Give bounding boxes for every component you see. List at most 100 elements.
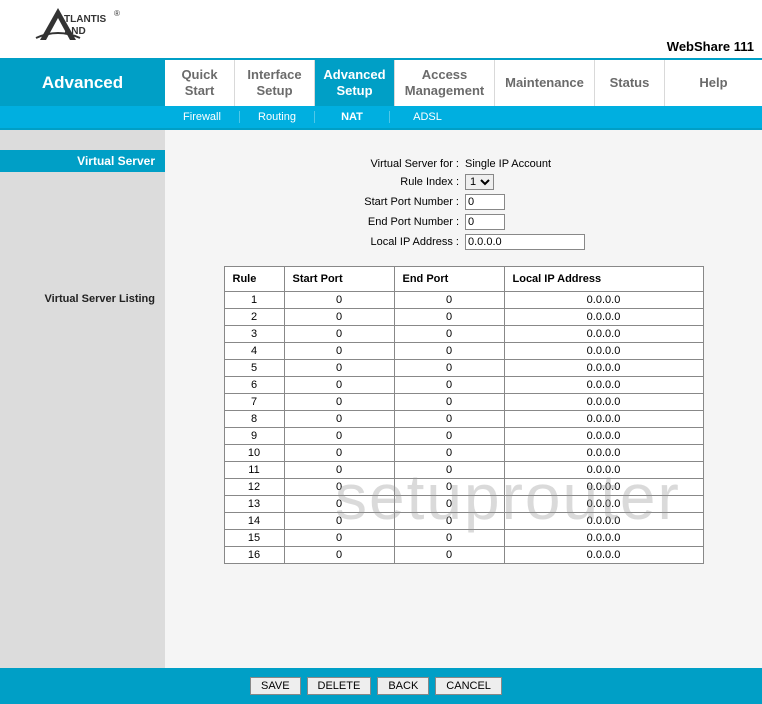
cell-end: 0 bbox=[394, 462, 504, 479]
main-panel: setuprouter Virtual Server for : Single … bbox=[165, 130, 762, 668]
th-rule: Rule bbox=[224, 267, 284, 292]
cell-rule: 7 bbox=[224, 394, 284, 411]
virtual-server-table: Rule Start Port End Port Local IP Addres… bbox=[224, 266, 704, 564]
cell-start: 0 bbox=[284, 292, 394, 309]
cell-start: 0 bbox=[284, 513, 394, 530]
cell-ip: 0.0.0.0 bbox=[504, 377, 703, 394]
svg-text:TLANTIS: TLANTIS bbox=[64, 14, 107, 25]
input-local-ip[interactable] bbox=[465, 234, 585, 250]
th-start-port: Start Port bbox=[284, 267, 394, 292]
table-row: 5000.0.0.0 bbox=[224, 360, 703, 377]
cell-end: 0 bbox=[394, 309, 504, 326]
nav-advanced-setup[interactable]: Advanced Setup bbox=[315, 60, 395, 106]
nav-status[interactable]: Status bbox=[595, 60, 665, 106]
nav-interface-setup[interactable]: Interface Setup bbox=[235, 60, 315, 106]
cell-rule: 5 bbox=[224, 360, 284, 377]
svg-text:AND: AND bbox=[64, 26, 86, 37]
action-bar: SAVE DELETE BACK CANCEL bbox=[0, 668, 762, 704]
table-row: 15000.0.0.0 bbox=[224, 530, 703, 547]
cell-rule: 10 bbox=[224, 445, 284, 462]
cell-start: 0 bbox=[284, 326, 394, 343]
sidebar: Virtual Server Virtual Server Listing bbox=[0, 130, 165, 668]
cell-start: 0 bbox=[284, 462, 394, 479]
cell-start: 0 bbox=[284, 479, 394, 496]
table-row: 1000.0.0.0 bbox=[224, 292, 703, 309]
cell-end: 0 bbox=[394, 428, 504, 445]
subnav-nat[interactable]: NAT bbox=[315, 111, 390, 123]
th-end-port: End Port bbox=[394, 267, 504, 292]
cell-rule: 8 bbox=[224, 411, 284, 428]
cell-end: 0 bbox=[394, 394, 504, 411]
cell-ip: 0.0.0.0 bbox=[504, 479, 703, 496]
table-row: 13000.0.0.0 bbox=[224, 496, 703, 513]
th-local-ip: Local IP Address bbox=[504, 267, 703, 292]
table-row: 6000.0.0.0 bbox=[224, 377, 703, 394]
cell-ip: 0.0.0.0 bbox=[504, 343, 703, 360]
cell-rule: 13 bbox=[224, 496, 284, 513]
table-row: 8000.0.0.0 bbox=[224, 411, 703, 428]
cell-start: 0 bbox=[284, 377, 394, 394]
cell-ip: 0.0.0.0 bbox=[504, 394, 703, 411]
cell-start: 0 bbox=[284, 496, 394, 513]
main-nav: Advanced Quick Start Interface Setup Adv… bbox=[0, 60, 762, 106]
cell-start: 0 bbox=[284, 411, 394, 428]
cell-rule: 3 bbox=[224, 326, 284, 343]
cell-end: 0 bbox=[394, 343, 504, 360]
back-button[interactable]: BACK bbox=[377, 677, 429, 695]
product-name: WebShare 111 bbox=[667, 39, 754, 54]
nav-quick-start[interactable]: Quick Start bbox=[165, 60, 235, 106]
nav-access-management[interactable]: Access Management bbox=[395, 60, 495, 106]
subnav-firewall[interactable]: Firewall bbox=[165, 111, 240, 123]
cell-ip: 0.0.0.0 bbox=[504, 547, 703, 564]
cell-end: 0 bbox=[394, 479, 504, 496]
cell-ip: 0.0.0.0 bbox=[504, 462, 703, 479]
cell-end: 0 bbox=[394, 360, 504, 377]
save-button[interactable]: SAVE bbox=[250, 677, 301, 695]
cell-ip: 0.0.0.0 bbox=[504, 513, 703, 530]
cancel-button[interactable]: CANCEL bbox=[435, 677, 502, 695]
table-row: 4000.0.0.0 bbox=[224, 343, 703, 360]
label-end-port: End Port Number : bbox=[165, 216, 465, 228]
cell-end: 0 bbox=[394, 547, 504, 564]
table-row: 9000.0.0.0 bbox=[224, 428, 703, 445]
cell-rule: 6 bbox=[224, 377, 284, 394]
table-row: 2000.0.0.0 bbox=[224, 309, 703, 326]
cell-end: 0 bbox=[394, 496, 504, 513]
cell-start: 0 bbox=[284, 309, 394, 326]
subnav-adsl[interactable]: ADSL bbox=[390, 111, 465, 123]
cell-ip: 0.0.0.0 bbox=[504, 309, 703, 326]
label-local-ip: Local IP Address : bbox=[165, 236, 465, 248]
cell-end: 0 bbox=[394, 513, 504, 530]
cell-start: 0 bbox=[284, 547, 394, 564]
delete-button[interactable]: DELETE bbox=[307, 677, 372, 695]
cell-rule: 4 bbox=[224, 343, 284, 360]
table-row: 16000.0.0.0 bbox=[224, 547, 703, 564]
svg-text:®: ® bbox=[114, 9, 120, 18]
cell-rule: 16 bbox=[224, 547, 284, 564]
select-rule-index[interactable]: 1 bbox=[465, 174, 494, 190]
cell-start: 0 bbox=[284, 428, 394, 445]
table-row: 14000.0.0.0 bbox=[224, 513, 703, 530]
sidebar-heading-virtual-server: Virtual Server bbox=[0, 150, 165, 172]
input-start-port[interactable] bbox=[465, 194, 505, 210]
cell-end: 0 bbox=[394, 326, 504, 343]
subnav-routing[interactable]: Routing bbox=[240, 111, 315, 123]
input-end-port[interactable] bbox=[465, 214, 505, 230]
cell-end: 0 bbox=[394, 411, 504, 428]
label-start-port: Start Port Number : bbox=[165, 196, 465, 208]
nav-maintenance[interactable]: Maintenance bbox=[495, 60, 595, 106]
cell-start: 0 bbox=[284, 445, 394, 462]
sub-nav: Firewall Routing NAT ADSL bbox=[0, 106, 762, 128]
cell-end: 0 bbox=[394, 292, 504, 309]
nav-help[interactable]: Help bbox=[665, 60, 762, 106]
sidebar-heading-listing: Virtual Server Listing bbox=[0, 287, 165, 311]
cell-ip: 0.0.0.0 bbox=[504, 326, 703, 343]
cell-ip: 0.0.0.0 bbox=[504, 530, 703, 547]
cell-ip: 0.0.0.0 bbox=[504, 360, 703, 377]
label-rule-index: Rule Index : bbox=[165, 176, 465, 188]
cell-end: 0 bbox=[394, 530, 504, 547]
cell-rule: 2 bbox=[224, 309, 284, 326]
cell-rule: 12 bbox=[224, 479, 284, 496]
cell-start: 0 bbox=[284, 394, 394, 411]
cell-ip: 0.0.0.0 bbox=[504, 496, 703, 513]
